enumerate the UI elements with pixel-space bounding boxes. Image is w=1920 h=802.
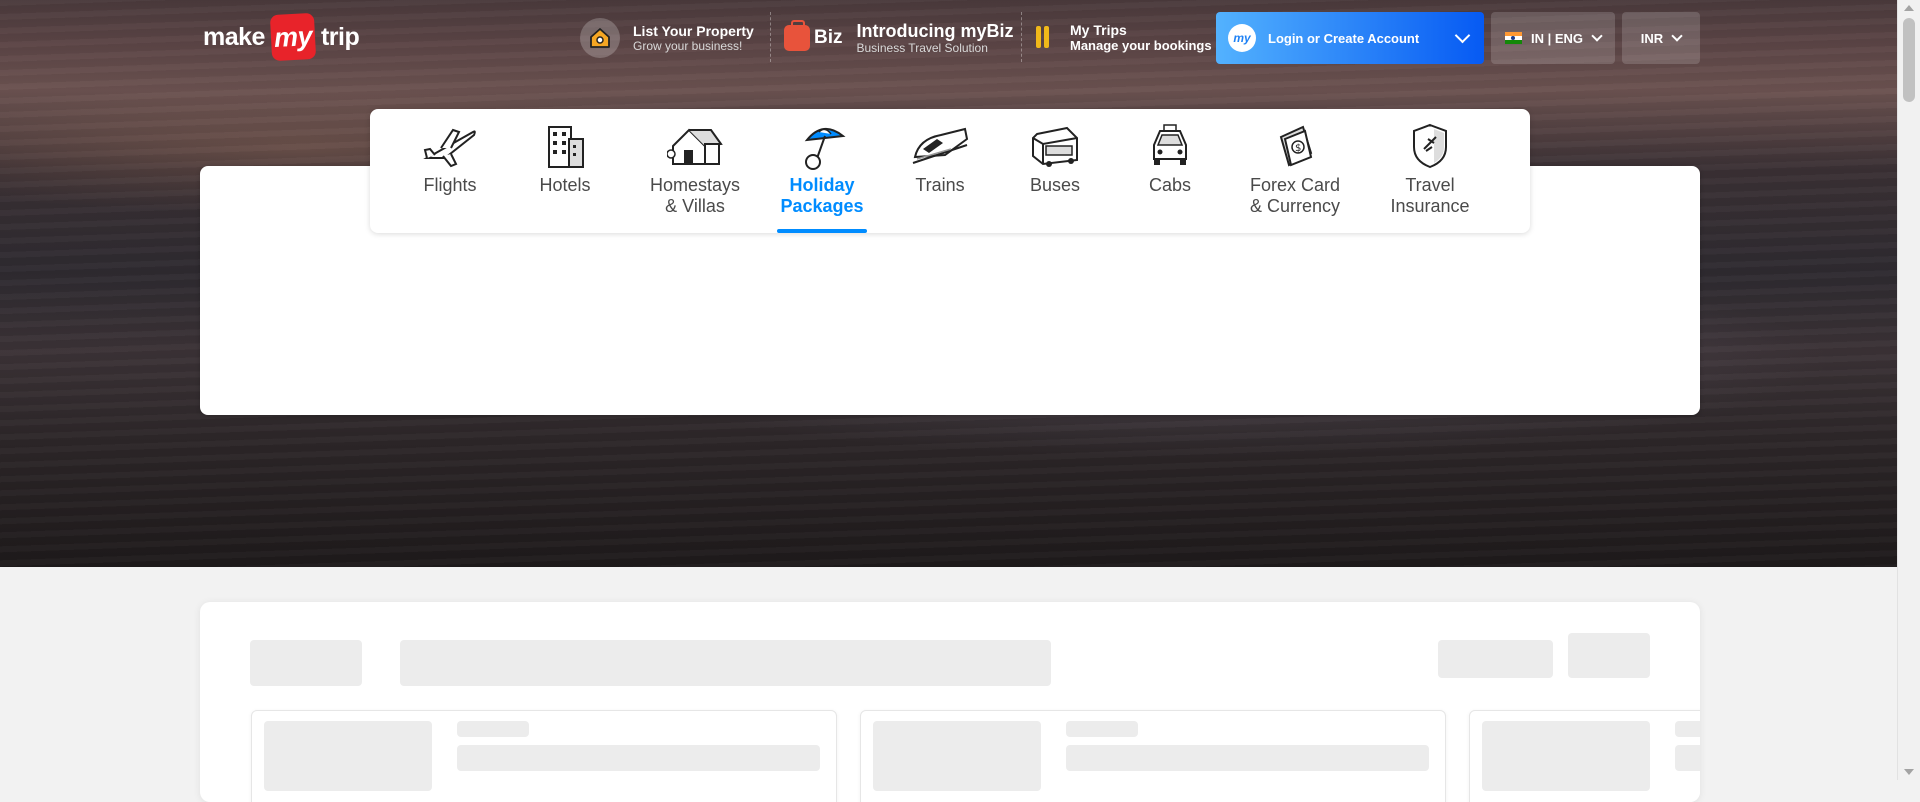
mybiz-title: Introducing myBiz	[856, 21, 1014, 41]
nav-label: Trains	[915, 175, 965, 195]
skeleton-placeholder	[1675, 721, 1700, 737]
language-label: IN | ENG	[1530, 30, 1584, 46]
nav-item-travel-insurance[interactable]: Travel Insurance	[1370, 109, 1490, 233]
skeleton-placeholder	[1675, 745, 1700, 771]
suitcase-icon	[1036, 26, 1056, 50]
chevron-down-icon	[1454, 27, 1471, 43]
nav-label: Holiday Packages	[780, 175, 864, 216]
skeleton-placeholder	[1568, 633, 1650, 678]
nav-label: Homestays & Villas	[649, 175, 741, 216]
skeleton-placeholder	[457, 745, 820, 771]
skeleton-placeholder	[400, 640, 1051, 686]
hotel-building-icon	[535, 121, 595, 171]
india-flag-icon	[1504, 32, 1522, 44]
nav-label: Travel Insurance	[1390, 175, 1470, 216]
svg-text:$: $	[1295, 143, 1301, 154]
login-button[interactable]: my Login or Create Account	[1216, 12, 1484, 64]
nav-item-hotels[interactable]: Hotels	[515, 109, 615, 233]
skeleton-placeholder	[250, 640, 362, 686]
header-divider	[1021, 12, 1022, 62]
product-nav-bar: Flights Hotels Homestays & Villas Holida…	[370, 109, 1530, 233]
skeleton-placeholder	[1066, 721, 1138, 737]
nav-item-holiday-packages[interactable]: Holiday Packages	[777, 109, 867, 233]
skeleton-card	[1469, 710, 1700, 802]
nav-label: Hotels	[539, 175, 591, 195]
nav-label: Flights	[423, 175, 477, 195]
bus-icon	[1025, 121, 1085, 171]
my-trips-subtitle: Manage your bookings	[1070, 38, 1212, 53]
chevron-down-icon	[1591, 30, 1603, 42]
airplane-icon	[420, 121, 480, 171]
login-label: Login or Create Account	[1268, 30, 1420, 46]
scroll-down-arrow-icon[interactable]	[1904, 769, 1914, 775]
logo-text-make: make	[203, 22, 265, 51]
login-avatar-icon: my	[1228, 24, 1256, 52]
list-property-title: List Your Property	[633, 23, 754, 39]
currency-selector[interactable]: INR	[1622, 12, 1700, 64]
mybiz-link[interactable]: Biz Introducing myBiz Business Travel So…	[784, 17, 1014, 59]
nav-item-cabs[interactable]: Cabs	[1120, 109, 1220, 233]
logo-my-badge: my	[269, 12, 317, 62]
scrollbar-thumb[interactable]	[1903, 18, 1915, 102]
nav-item-forex-card-currency[interactable]: $ Forex Card & Currency	[1225, 109, 1365, 233]
nav-label: Forex Card & Currency	[1249, 175, 1341, 216]
shield-icon	[1400, 121, 1460, 171]
skeleton-placeholder	[1066, 745, 1429, 771]
skeleton-card	[860, 710, 1446, 802]
property-house-icon	[580, 18, 620, 58]
nav-label: Cabs	[1148, 175, 1192, 195]
my-trips-link[interactable]: My Trips Manage your bookings	[1036, 17, 1212, 59]
list-property-link[interactable]: List Your Property Grow your business!	[580, 17, 754, 59]
skeleton-placeholder	[1482, 721, 1650, 791]
train-icon	[910, 121, 970, 171]
skeleton-placeholder	[457, 721, 529, 737]
scroll-up-arrow-icon[interactable]	[1904, 5, 1914, 11]
makemytrip-logo[interactable]: make my trip	[203, 12, 360, 62]
chevron-down-icon	[1671, 30, 1683, 42]
language-selector[interactable]: IN | ENG	[1491, 12, 1615, 64]
nav-item-buses[interactable]: Buses	[1005, 109, 1105, 233]
skeleton-placeholder	[1438, 640, 1553, 678]
list-property-subtitle: Grow your business!	[633, 39, 743, 53]
beach-umbrella-icon	[792, 121, 852, 171]
skeleton-placeholder	[873, 721, 1041, 791]
mybiz-briefcase-icon	[784, 20, 810, 51]
car-icon	[1140, 121, 1200, 171]
nav-label: Buses	[1029, 175, 1081, 195]
mybiz-badge: Biz	[814, 27, 843, 48]
currency-label: INR	[1640, 30, 1664, 46]
page-scrollbar[interactable]	[1897, 0, 1920, 780]
skeleton-card	[251, 710, 837, 802]
mybiz-subtitle: Business Travel Solution	[856, 41, 988, 55]
nav-item-homestays-villas[interactable]: Homestays & Villas	[625, 109, 765, 233]
nav-item-flights[interactable]: Flights	[400, 109, 500, 233]
skeleton-placeholder	[264, 721, 432, 791]
nav-item-trains[interactable]: Trains	[890, 109, 990, 233]
logo-text-trip: trip	[320, 22, 360, 51]
offers-section-loading	[200, 602, 1700, 802]
header-divider	[770, 12, 771, 62]
active-tab-indicator	[777, 229, 867, 233]
my-trips-title: My Trips	[1070, 22, 1127, 38]
house-icon	[665, 121, 725, 171]
forex-card-icon: $	[1265, 121, 1325, 171]
